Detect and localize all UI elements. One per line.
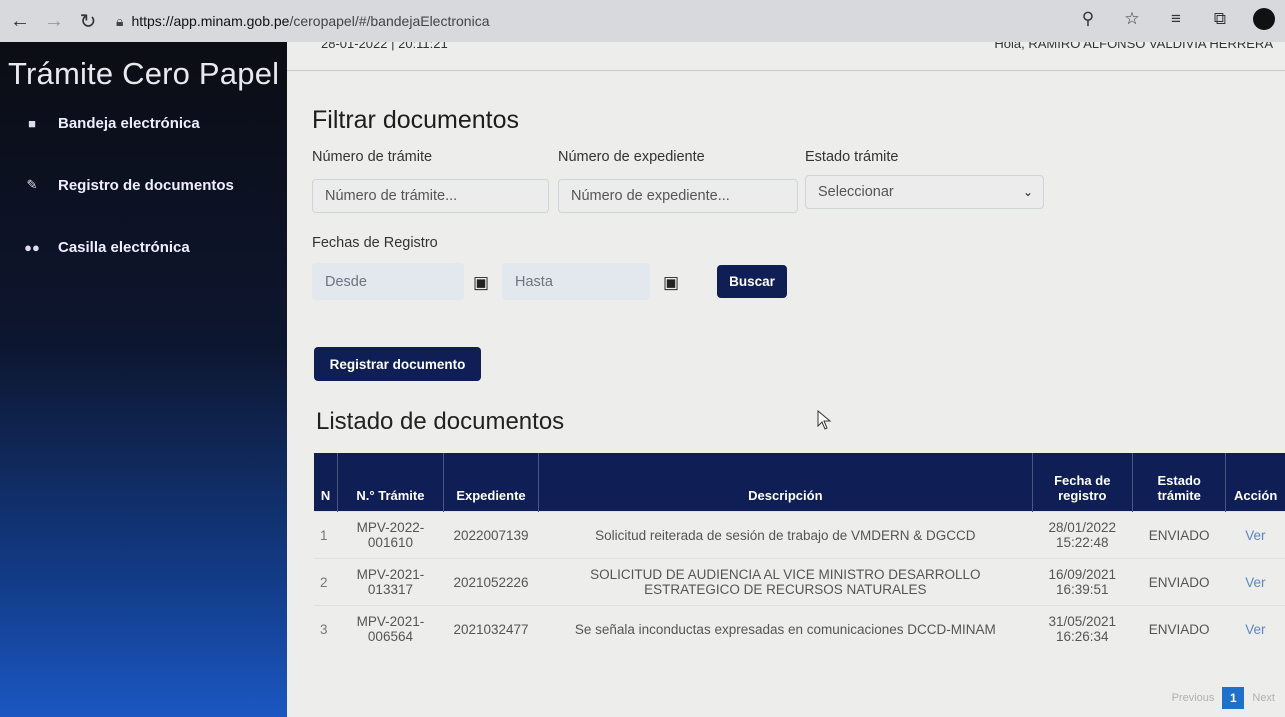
pager-page-current[interactable]: 1 <box>1222 687 1245 709</box>
row-expediente: 2021032477 <box>443 605 539 652</box>
row-descripcion: Se señala inconductas expresadas en comu… <box>538 605 1032 652</box>
user-greeting: Hola, RAMIRO ALFONSO VALDIVIA HERRERA <box>994 42 1273 51</box>
mouse-cursor-icon <box>817 410 832 430</box>
row-fecha: 16/09/2021 16:39:51 <box>1032 558 1133 606</box>
calendar-icon[interactable]: ▣ <box>473 273 489 293</box>
sidebar-item-label: Registro de documentos <box>58 176 234 194</box>
ver-link[interactable]: Ver <box>1225 558 1285 606</box>
lock-icon: 🔒︎ <box>116 12 124 29</box>
calendar-icon[interactable]: ▣ <box>663 273 679 293</box>
url-text: https://app.minam.gob.pe/ceropapel/#/ban… <box>131 13 490 29</box>
chevron-down-icon: ⌄ <box>1022 185 1033 199</box>
col-expediente: Expediente <box>443 453 540 512</box>
sidebar-item-bandeja[interactable]: ■ Bandeja electrónica <box>0 92 287 154</box>
sidebar: Trámite Cero Papel ■ Bandeja electrónica… <box>0 42 287 717</box>
browser-toolbar: ← → ↻ 🔒︎ https://app.minam.gob.pe/ceropa… <box>0 0 1285 43</box>
table-header-row: N N.° Trámite Expediente Descripción Fec… <box>314 453 1285 512</box>
sidebar-item-registro[interactable]: ✎ Registro de documentos <box>0 154 287 216</box>
forward-icon[interactable]: → <box>40 7 68 35</box>
pager-previous[interactable]: Previous <box>1172 692 1215 704</box>
collections-icon[interactable]: ⧉ <box>1209 9 1231 29</box>
reload-icon[interactable]: ↻ <box>74 7 102 35</box>
users-icon: ●● <box>24 239 40 255</box>
table-row: 2 MPV-2021-013317 2021052226 SOLICITUD D… <box>314 558 1285 606</box>
tramite-label: Número de trámite <box>312 149 433 165</box>
edit-icon: ✎ <box>26 177 38 192</box>
table-row: 3 MPV-2021-006564 2021032477 Se señala i… <box>314 605 1285 652</box>
profile-avatar[interactable] <box>1253 8 1275 30</box>
col-n: N <box>314 453 339 512</box>
row-expediente: 2021052226 <box>443 558 539 606</box>
col-tramite: N.° Trámite <box>337 453 444 512</box>
tramite-input[interactable]: Número de trámite... <box>312 179 549 213</box>
estado-select[interactable]: Seleccionar ⌄ <box>805 175 1044 209</box>
documents-table: N N.° Trámite Expediente Descripción Fec… <box>314 453 1285 652</box>
list-title: Listado de documentos <box>316 408 565 435</box>
ver-link[interactable]: Ver <box>1225 511 1285 559</box>
hasta-input[interactable]: Hasta <box>502 263 650 300</box>
row-descripcion: SOLICITUD DE AUDIENCIA AL VICE MINISTRO … <box>538 558 1032 606</box>
row-tramite: MPV-2022-001610 <box>337 511 444 559</box>
address-bar[interactable]: 🔒︎ https://app.minam.gob.pe/ceropapel/#/… <box>116 13 489 30</box>
sidebar-item-label: Bandeja electrónica <box>58 114 200 132</box>
sidebar-item-casilla[interactable]: ●● Casilla electrónica <box>0 216 287 278</box>
estado-label: Estado trámite <box>805 149 899 165</box>
row-n: 1 <box>314 511 338 559</box>
pagination: Previous 1 Next <box>1172 687 1275 709</box>
row-estado: ENVIADO <box>1132 558 1226 606</box>
fechas-label: Fechas de Registro <box>312 235 438 251</box>
table-row: 1 MPV-2022-001610 2022007139 Solicitud r… <box>314 511 1285 559</box>
col-fecha: Fecha de registro <box>1032 453 1134 512</box>
main-content: 28-01-2022 | 20:11:21 Hola, RAMIRO ALFON… <box>287 42 1285 717</box>
row-fecha: 31/05/2021 16:26:34 <box>1032 605 1133 652</box>
inbox-icon: ■ <box>28 115 36 131</box>
date-time-text: 28-01-2022 | 20:11:21 <box>321 42 448 51</box>
row-n: 3 <box>314 605 338 652</box>
key-icon[interactable]: ⚲ <box>1077 9 1099 29</box>
top-info-bar: 28-01-2022 | 20:11:21 Hola, RAMIRO ALFON… <box>287 42 1285 71</box>
row-fecha: 28/01/2022 15:22:48 <box>1032 511 1133 559</box>
desde-placeholder: Desde <box>325 273 367 290</box>
app-brand: Trámite Cero Papel <box>8 56 280 91</box>
buscar-button[interactable]: Buscar <box>717 265 787 298</box>
row-tramite: MPV-2021-013317 <box>337 558 444 606</box>
ver-link[interactable]: Ver <box>1225 605 1285 652</box>
row-estado: ENVIADO <box>1132 511 1226 559</box>
row-tramite: MPV-2021-006564 <box>337 605 444 652</box>
col-estado: Estado trámite <box>1132 453 1227 512</box>
row-estado: ENVIADO <box>1132 605 1226 652</box>
hasta-placeholder: Hasta <box>515 273 553 290</box>
col-descripcion: Descripción <box>538 453 1033 512</box>
filter-title: Filtrar documentos <box>312 106 520 134</box>
row-descripcion: Solicitud reiterada de sesión de trabajo… <box>538 511 1032 559</box>
favorites-list-icon[interactable]: ≡ <box>1165 9 1187 29</box>
estado-selected-value: Seleccionar <box>818 184 894 200</box>
row-expediente: 2022007139 <box>443 511 539 559</box>
pager-next[interactable]: Next <box>1252 692 1275 704</box>
row-n: 2 <box>314 558 338 606</box>
tramite-placeholder: Número de trámite... <box>325 188 458 204</box>
desde-input[interactable]: Desde <box>312 263 464 300</box>
expediente-placeholder: Número de expediente... <box>571 188 730 204</box>
back-icon[interactable]: ← <box>6 7 34 35</box>
sidebar-item-label: Casilla electrónica <box>58 238 190 256</box>
expediente-label: Número de expediente <box>558 149 705 165</box>
expediente-input[interactable]: Número de expediente... <box>558 179 798 213</box>
registrar-documento-button[interactable]: Registrar documento <box>314 347 481 381</box>
favorite-icon[interactable]: ☆ <box>1121 9 1143 29</box>
col-accion: Acción <box>1225 453 1285 512</box>
